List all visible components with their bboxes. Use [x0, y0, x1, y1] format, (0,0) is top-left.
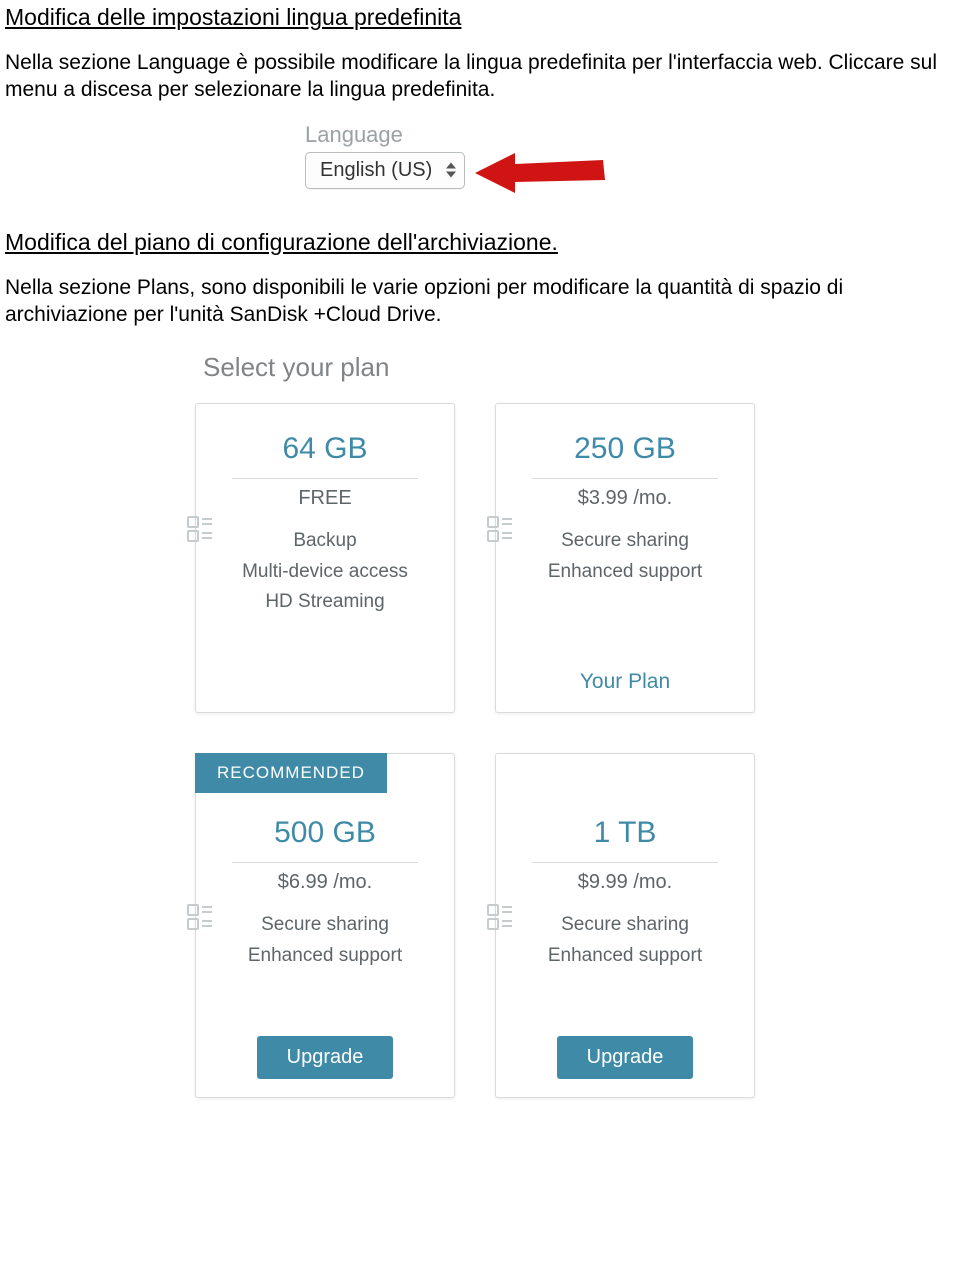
- decorative-icon: [486, 902, 514, 935]
- upgrade-button[interactable]: Upgrade: [557, 1036, 694, 1079]
- recommended-badge: RECOMMENDED: [195, 753, 387, 793]
- section2-paragraph: Nella sezione Plans, sono disponibili le…: [5, 274, 955, 329]
- language-select[interactable]: English (US): [305, 152, 465, 189]
- plan-price: $3.99 /mo.: [496, 487, 754, 510]
- section2-heading: Modifica del piano di configurazione del…: [5, 229, 955, 256]
- language-block: Language English (US): [305, 122, 515, 189]
- section1-heading: Modifica delle impostazioni lingua prede…: [5, 4, 955, 31]
- plan-card-64gb[interactable]: 64 GB FREE Backup Multi-device access HD…: [195, 403, 455, 713]
- plan-price: $6.99 /mo.: [196, 871, 454, 894]
- plan-price: $9.99 /mo.: [496, 871, 754, 894]
- plan-price: FREE: [196, 487, 454, 510]
- plan-card-500gb[interactable]: RECOMMENDED 500 GB $6.99 /mo. Secure sha…: [195, 753, 455, 1098]
- updown-icon: [446, 163, 456, 178]
- language-label: Language: [305, 122, 515, 148]
- plan-size: 500 GB: [196, 816, 454, 850]
- plans-area: Select your plan 64 GB FREE Backup Multi…: [195, 352, 795, 1098]
- plan-card-250gb[interactable]: 250 GB $3.99 /mo. Secure sharing Enhance…: [495, 403, 755, 713]
- divider: [532, 862, 718, 863]
- language-value: English (US): [320, 159, 432, 181]
- divider: [532, 478, 718, 479]
- your-plan-label: Your Plan: [580, 670, 670, 693]
- plan-features: Secure sharing Enhanced support: [496, 910, 754, 971]
- plan-features: Secure sharing Enhanced support: [196, 910, 454, 971]
- plan-features: Backup Multi-device access HD Streaming: [196, 526, 454, 617]
- decorative-icon: [186, 514, 214, 547]
- divider: [232, 862, 418, 863]
- plan-size: 64 GB: [196, 432, 454, 466]
- section1-paragraph: Nella sezione Language è possibile modif…: [5, 49, 955, 104]
- upgrade-button[interactable]: Upgrade: [257, 1036, 394, 1079]
- plan-size: 1 TB: [496, 816, 754, 850]
- divider: [232, 478, 418, 479]
- plan-size: 250 GB: [496, 432, 754, 466]
- decorative-icon: [186, 902, 214, 935]
- plan-card-1tb[interactable]: 1 TB $9.99 /mo. Secure sharing Enhanced …: [495, 753, 755, 1098]
- plan-features: Secure sharing Enhanced support: [496, 526, 754, 587]
- decorative-icon: [486, 514, 514, 547]
- plans-title: Select your plan: [203, 352, 795, 383]
- pointer-arrow-icon: [475, 148, 605, 203]
